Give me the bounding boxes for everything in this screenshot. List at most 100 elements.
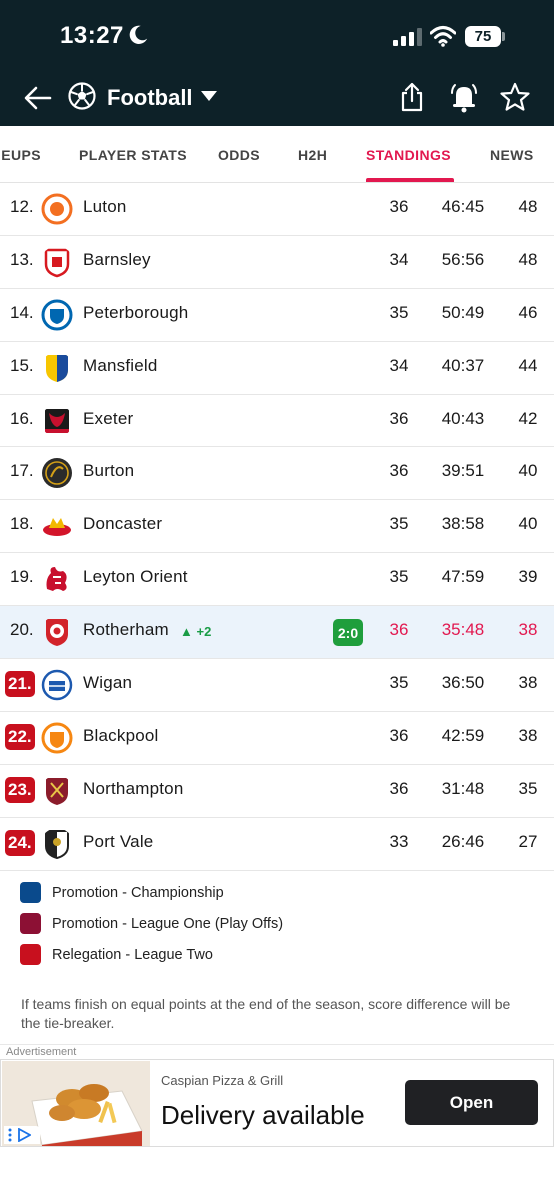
legend-label: Promotion - Championship: [52, 885, 224, 901]
team-crest-icon: [46, 567, 67, 592]
team-crest-icon: [46, 354, 68, 382]
tab-standings[interactable]: STANDINGS: [366, 147, 451, 163]
live-score-badge[interactable]: 2:0: [333, 619, 363, 647]
matches-played: 35: [389, 514, 409, 534]
points: 40: [518, 514, 538, 534]
football-icon: [68, 82, 96, 110]
position: 12.: [10, 197, 34, 216]
score-difference: 42:59: [441, 725, 485, 745]
team-name: Mansfield: [83, 355, 158, 375]
position-change-value: +2: [196, 624, 212, 640]
table-row[interactable]: 19. Leyton Orient 35 47:59 39: [0, 553, 554, 607]
table-row[interactable]: 21. Wigan 35 36:50 38: [0, 659, 554, 712]
moon-icon: [129, 25, 148, 44]
back-arrow-icon[interactable]: [22, 82, 54, 114]
score-difference: 35:48: [441, 620, 485, 640]
table-row[interactable]: 17. Burton 36 39:51 40: [0, 447, 554, 501]
team-name: Peterborough: [83, 302, 189, 322]
team-name: Leyton Orient: [83, 567, 188, 587]
position: 17.: [10, 461, 34, 481]
score-difference: 50:49: [441, 302, 485, 322]
position: 14.: [10, 302, 34, 322]
table-row[interactable]: 13. Barnsley 34 56:56 48: [0, 236, 554, 289]
ad-headline[interactable]: Delivery available: [161, 1100, 365, 1131]
matches-played: 36: [389, 778, 409, 798]
legend-swatch-relegation: [20, 944, 41, 965]
matches-played: 35: [389, 567, 409, 587]
team-crest-icon: [41, 722, 73, 754]
team-name: Burton: [83, 461, 135, 481]
tie-breaker-note: If teams finish on equal points at the e…: [21, 996, 511, 1031]
ad-open-button[interactable]: Open: [405, 1080, 538, 1125]
sport-selector-title[interactable]: Football: [107, 85, 193, 111]
points: 48: [518, 197, 538, 216]
table-row[interactable]: 22. Blackpool 36 42:59 38: [0, 712, 554, 765]
app-bar: Football: [0, 72, 554, 126]
team-crest-icon: [43, 518, 71, 537]
points: 39: [518, 567, 538, 587]
table-row[interactable]: 16. Exeter 36 40:43 42: [0, 395, 554, 448]
chevron-down-icon[interactable]: [200, 89, 218, 103]
points: 46: [518, 302, 538, 322]
score-difference: 46:45: [441, 197, 485, 216]
points: 48: [518, 249, 538, 269]
position: 19.: [10, 567, 34, 587]
battery-tip: [502, 32, 505, 41]
team-name: Exeter: [83, 408, 134, 428]
battery-level: 75: [474, 28, 492, 45]
matches-played: 34: [389, 355, 409, 375]
table-row[interactable]: 15. Mansfield 34 40:37 44: [0, 342, 554, 395]
tab-h2h[interactable]: H2H: [298, 147, 327, 163]
ad-divider: [0, 1044, 554, 1045]
standings-table: 12. Luton 36 46:45 48 13. Barnsley 34 56…: [0, 183, 554, 871]
ad-brand: Caspian Pizza & Grill: [161, 1073, 284, 1088]
position-change: ▲ +2: [180, 624, 211, 639]
team-crest-icon: [41, 193, 73, 225]
points: 27: [518, 831, 538, 851]
matches-played: 35: [389, 302, 409, 322]
score-difference: 31:48: [441, 778, 485, 798]
score-difference: 38:58: [441, 514, 485, 534]
points: 35: [518, 778, 538, 798]
tab-lineups[interactable]: IEUPS: [0, 147, 41, 163]
tab-player-stats[interactable]: PLAYER STATS: [79, 147, 187, 163]
team-crest-icon: [46, 619, 68, 647]
favorite-star-icon[interactable]: [500, 82, 530, 112]
table-row-highlighted[interactable]: 20. Rotherham ▲ +2 2:0 36 35:48 38: [0, 606, 554, 660]
team-name: Barnsley: [83, 249, 151, 269]
table-row[interactable]: 23. Northampton 36 31:48 35: [0, 765, 554, 818]
tab-news[interactable]: NEWS: [490, 147, 534, 163]
position: 18.: [10, 514, 34, 534]
matches-played: 33: [389, 831, 409, 851]
matches-played: 36: [389, 408, 409, 428]
share-icon[interactable]: [398, 82, 426, 112]
table-row[interactable]: 12. Luton 36 46:45 48: [0, 183, 554, 236]
battery-indicator: 75: [465, 26, 501, 47]
legend-swatch-promotion: [20, 882, 41, 903]
tab-bar: IEUPS PLAYER STATS ODDS H2H STANDINGS NE…: [0, 126, 554, 183]
team-crest-icon: [42, 458, 72, 489]
ad-label: Advertisement: [6, 1046, 77, 1058]
wifi-icon: [430, 26, 456, 47]
table-row[interactable]: 18. Doncaster 35 38:58 40: [0, 500, 554, 554]
table-row[interactable]: 24. Port Vale 33 26:46 27: [0, 818, 554, 871]
score-difference: 40:37: [441, 355, 485, 375]
legend-label: Relegation - League Two: [52, 947, 213, 963]
ad-choices-icon[interactable]: [4, 1126, 40, 1144]
points: 40: [518, 461, 538, 481]
team-crest-icon: [41, 669, 73, 701]
team-crest-icon: [46, 777, 68, 805]
notification-bell-icon[interactable]: [448, 81, 480, 113]
position-relegation-badge: 21.: [5, 671, 35, 698]
points: 44: [518, 355, 538, 375]
team-name: Port Vale: [83, 831, 154, 851]
cellular-signal-icon: [393, 28, 422, 46]
points: 38: [518, 673, 538, 693]
table-row[interactable]: 14. Peterborough 35 50:49 46: [0, 289, 554, 342]
position: 20.: [10, 620, 34, 640]
tab-odds[interactable]: ODDS: [218, 147, 260, 163]
play-triangle-icon: [18, 1128, 31, 1142]
team-name: Luton: [83, 197, 127, 216]
ad-banner[interactable]: Caspian Pizza & Grill Delivery available…: [0, 1059, 554, 1147]
position: 15.: [10, 355, 34, 375]
